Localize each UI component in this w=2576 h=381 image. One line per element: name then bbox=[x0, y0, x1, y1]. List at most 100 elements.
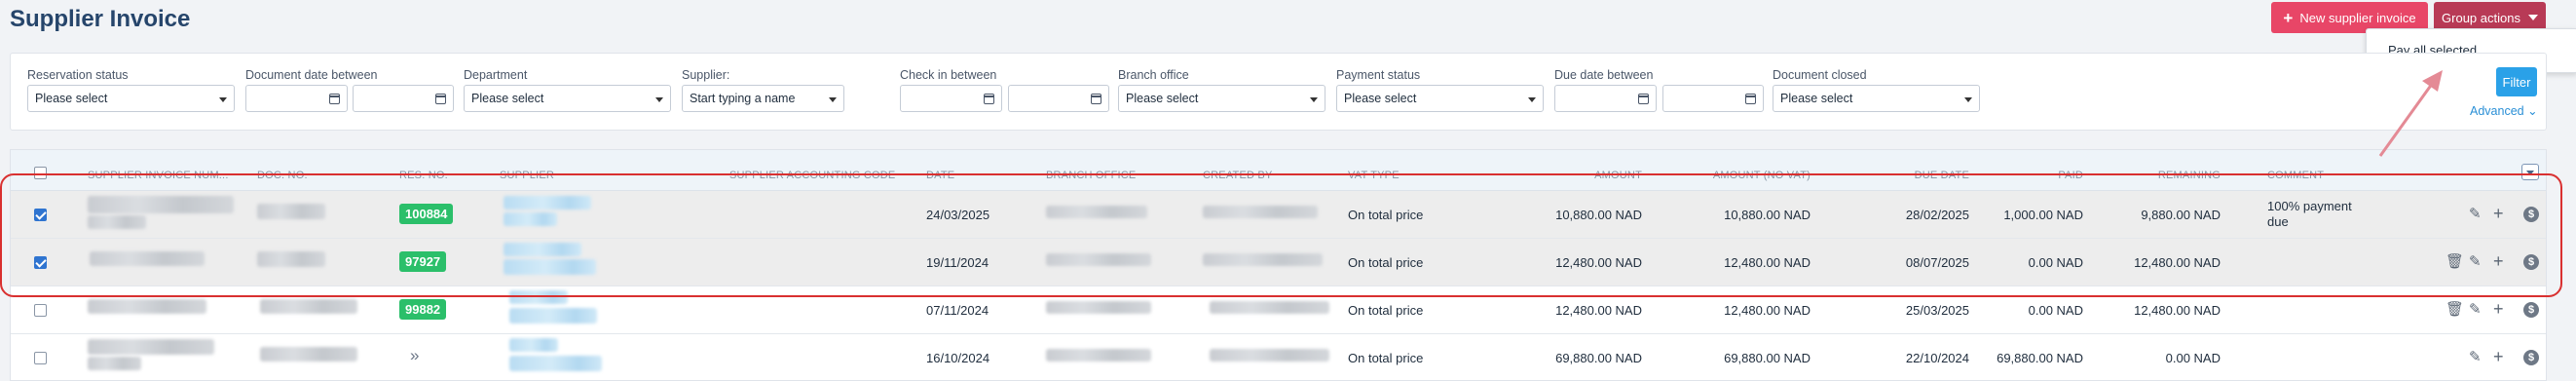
due-date-to[interactable] bbox=[1662, 85, 1764, 112]
payment-status-value: Please select bbox=[1344, 92, 1417, 105]
col-amount[interactable]: AMOUNT bbox=[1594, 170, 1642, 181]
plus-icon[interactable]: + bbox=[2493, 299, 2504, 320]
pencil-icon[interactable]: ✎ bbox=[2469, 348, 2482, 365]
paid-cell: 1,000.00 NAD bbox=[2003, 208, 2083, 222]
remaining-cell: 12,480.00 NAD bbox=[2134, 255, 2221, 270]
col-comment[interactable]: COMMENT bbox=[2267, 170, 2324, 181]
trash-icon[interactable]: 🗑 bbox=[2445, 252, 2464, 270]
vat-type-cell: On total price bbox=[1348, 303, 1424, 318]
col-due-date[interactable]: DUE DATE bbox=[1915, 170, 1969, 181]
dollar-icon[interactable]: $ bbox=[2523, 350, 2539, 365]
check-in-from[interactable] bbox=[900, 85, 1002, 112]
dollar-icon[interactable]: $ bbox=[2523, 302, 2539, 318]
plus-icon[interactable]: + bbox=[2493, 204, 2504, 224]
supplier-redacted[interactable] bbox=[504, 259, 596, 275]
document-closed-select[interactable]: Please select bbox=[1773, 85, 1980, 112]
table-header: SUPPLIER INVOICE NUM... DOC. NO. RES. NO… bbox=[11, 150, 2546, 191]
date-cell: 16/10/2024 bbox=[926, 351, 990, 365]
select-all-checkbox[interactable] bbox=[34, 167, 47, 179]
row-checkbox[interactable] bbox=[34, 256, 47, 269]
chevron-down-icon bbox=[1310, 97, 1318, 102]
amount-cell: 12,480.00 NAD bbox=[1555, 303, 1642, 318]
dollar-icon[interactable]: $ bbox=[2523, 207, 2539, 222]
paid-cell: 0.00 NAD bbox=[2028, 255, 2083, 270]
col-vat-type[interactable]: VAT TYPE bbox=[1348, 170, 1400, 181]
supplier-redacted[interactable] bbox=[504, 212, 557, 226]
supplier-redacted[interactable] bbox=[504, 196, 591, 210]
created-by-redacted bbox=[1210, 349, 1329, 362]
branch-office-select[interactable]: Please select bbox=[1118, 85, 1325, 112]
supplier-redacted[interactable] bbox=[509, 356, 602, 371]
doc-no-redacted bbox=[260, 299, 357, 314]
col-branch-office[interactable]: BRANCH OFFICE bbox=[1046, 170, 1136, 181]
col-created-by[interactable]: CREATED BY bbox=[1203, 170, 1272, 181]
page-title: Supplier Invoice bbox=[10, 6, 191, 32]
payment-status-select[interactable]: Please select bbox=[1336, 85, 1544, 112]
table-row[interactable]: 97927 19/11/2024 On total price 12,480.0… bbox=[11, 239, 2546, 286]
dollar-icon[interactable]: $ bbox=[2523, 254, 2539, 270]
reservation-badge[interactable]: 97927 bbox=[399, 251, 447, 272]
chevron-down-icon bbox=[655, 97, 663, 102]
date-cell: 07/11/2024 bbox=[926, 303, 989, 318]
new-supplier-invoice-label: New supplier invoice bbox=[2299, 10, 2416, 25]
col-paid[interactable]: PAID bbox=[2058, 170, 2083, 181]
table-row[interactable]: 99882 07/11/2024 On total price 12,480.0… bbox=[11, 286, 2546, 334]
reservation-badge[interactable]: 99882 bbox=[399, 299, 447, 320]
col-amount-no-vat[interactable]: AMOUNT (NO VAT) bbox=[1713, 170, 1811, 181]
document-date-from[interactable] bbox=[245, 85, 348, 112]
document-date-to[interactable] bbox=[353, 85, 454, 112]
pencil-icon[interactable]: ✎ bbox=[2469, 205, 2482, 222]
check-in-label: Check in between bbox=[900, 68, 997, 82]
double-chevron-icon[interactable]: » bbox=[410, 346, 419, 365]
calendar-icon bbox=[984, 94, 994, 104]
row-checkbox[interactable] bbox=[34, 352, 47, 364]
remaining-cell: 12,480.00 NAD bbox=[2134, 303, 2221, 318]
vat-type-cell: On total price bbox=[1348, 208, 1424, 222]
col-date[interactable]: DATE bbox=[926, 170, 954, 181]
filter-button[interactable]: Filter bbox=[2496, 67, 2537, 96]
check-in-to[interactable] bbox=[1008, 85, 1109, 112]
created-by-redacted bbox=[1203, 253, 1323, 266]
chevron-down-icon bbox=[2527, 15, 2538, 20]
col-doc-no[interactable]: DOC. NO. bbox=[257, 170, 308, 181]
pencil-icon[interactable]: ✎ bbox=[2469, 252, 2482, 270]
reservation-status-select[interactable]: Please select bbox=[27, 85, 235, 112]
pencil-icon[interactable]: ✎ bbox=[2469, 300, 2482, 318]
plus-icon[interactable]: + bbox=[2493, 251, 2504, 272]
doc-no-redacted bbox=[260, 347, 357, 362]
due-date-label: Due date between bbox=[1554, 68, 1654, 82]
row-checkbox[interactable] bbox=[34, 209, 47, 221]
supplier-redacted[interactable] bbox=[509, 308, 597, 324]
col-supplier-invoice-num[interactable]: SUPPLIER INVOICE NUM... bbox=[88, 170, 229, 181]
col-supplier[interactable]: SUPPLIER bbox=[500, 170, 554, 181]
department-select[interactable]: Please select bbox=[464, 85, 671, 112]
invoice-number-redacted bbox=[90, 251, 205, 266]
supplier-select[interactable]: Start typing a name bbox=[682, 85, 844, 112]
paid-cell: 69,880.00 NAD bbox=[1997, 351, 2083, 365]
column-menu-icon[interactable] bbox=[2521, 164, 2539, 180]
supplier-redacted[interactable] bbox=[509, 338, 558, 352]
col-res-no[interactable]: RES. NO. bbox=[399, 170, 448, 181]
created-by-redacted bbox=[1210, 301, 1329, 314]
date-cell: 24/03/2025 bbox=[926, 208, 990, 222]
trash-icon[interactable]: 🗑 bbox=[2445, 300, 2464, 318]
amount-cell: 69,880.00 NAD bbox=[1555, 351, 1642, 365]
advanced-link[interactable]: Advanced ⌄ bbox=[2470, 103, 2538, 118]
vat-type-cell: On total price bbox=[1348, 255, 1424, 270]
table-row[interactable]: 100884 24/03/2025 On total price 10,880.… bbox=[11, 191, 2546, 239]
supplier-redacted[interactable] bbox=[504, 243, 581, 256]
row-checkbox[interactable] bbox=[34, 304, 47, 317]
supplier-redacted[interactable] bbox=[509, 290, 568, 304]
due-date-cell: 25/03/2025 bbox=[1905, 303, 1969, 318]
plus-icon[interactable]: + bbox=[2493, 347, 2504, 367]
table-row[interactable]: » 16/10/2024 On total price 69,880.00 NA… bbox=[11, 334, 2546, 381]
plus-icon: + bbox=[2283, 8, 2294, 27]
due-date-cell: 28/02/2025 bbox=[1905, 208, 1969, 222]
remaining-cell: 0.00 NAD bbox=[2165, 351, 2221, 365]
reservation-badge[interactable]: 100884 bbox=[399, 204, 454, 224]
col-supplier-accounting-code[interactable]: SUPPLIER ACCOUNTING CODE bbox=[729, 170, 895, 181]
col-remaining[interactable]: REMAINING bbox=[2158, 170, 2221, 181]
due-date-cell: 08/07/2025 bbox=[1905, 255, 1969, 270]
department-label: Department bbox=[464, 68, 528, 82]
due-date-from[interactable] bbox=[1554, 85, 1657, 112]
